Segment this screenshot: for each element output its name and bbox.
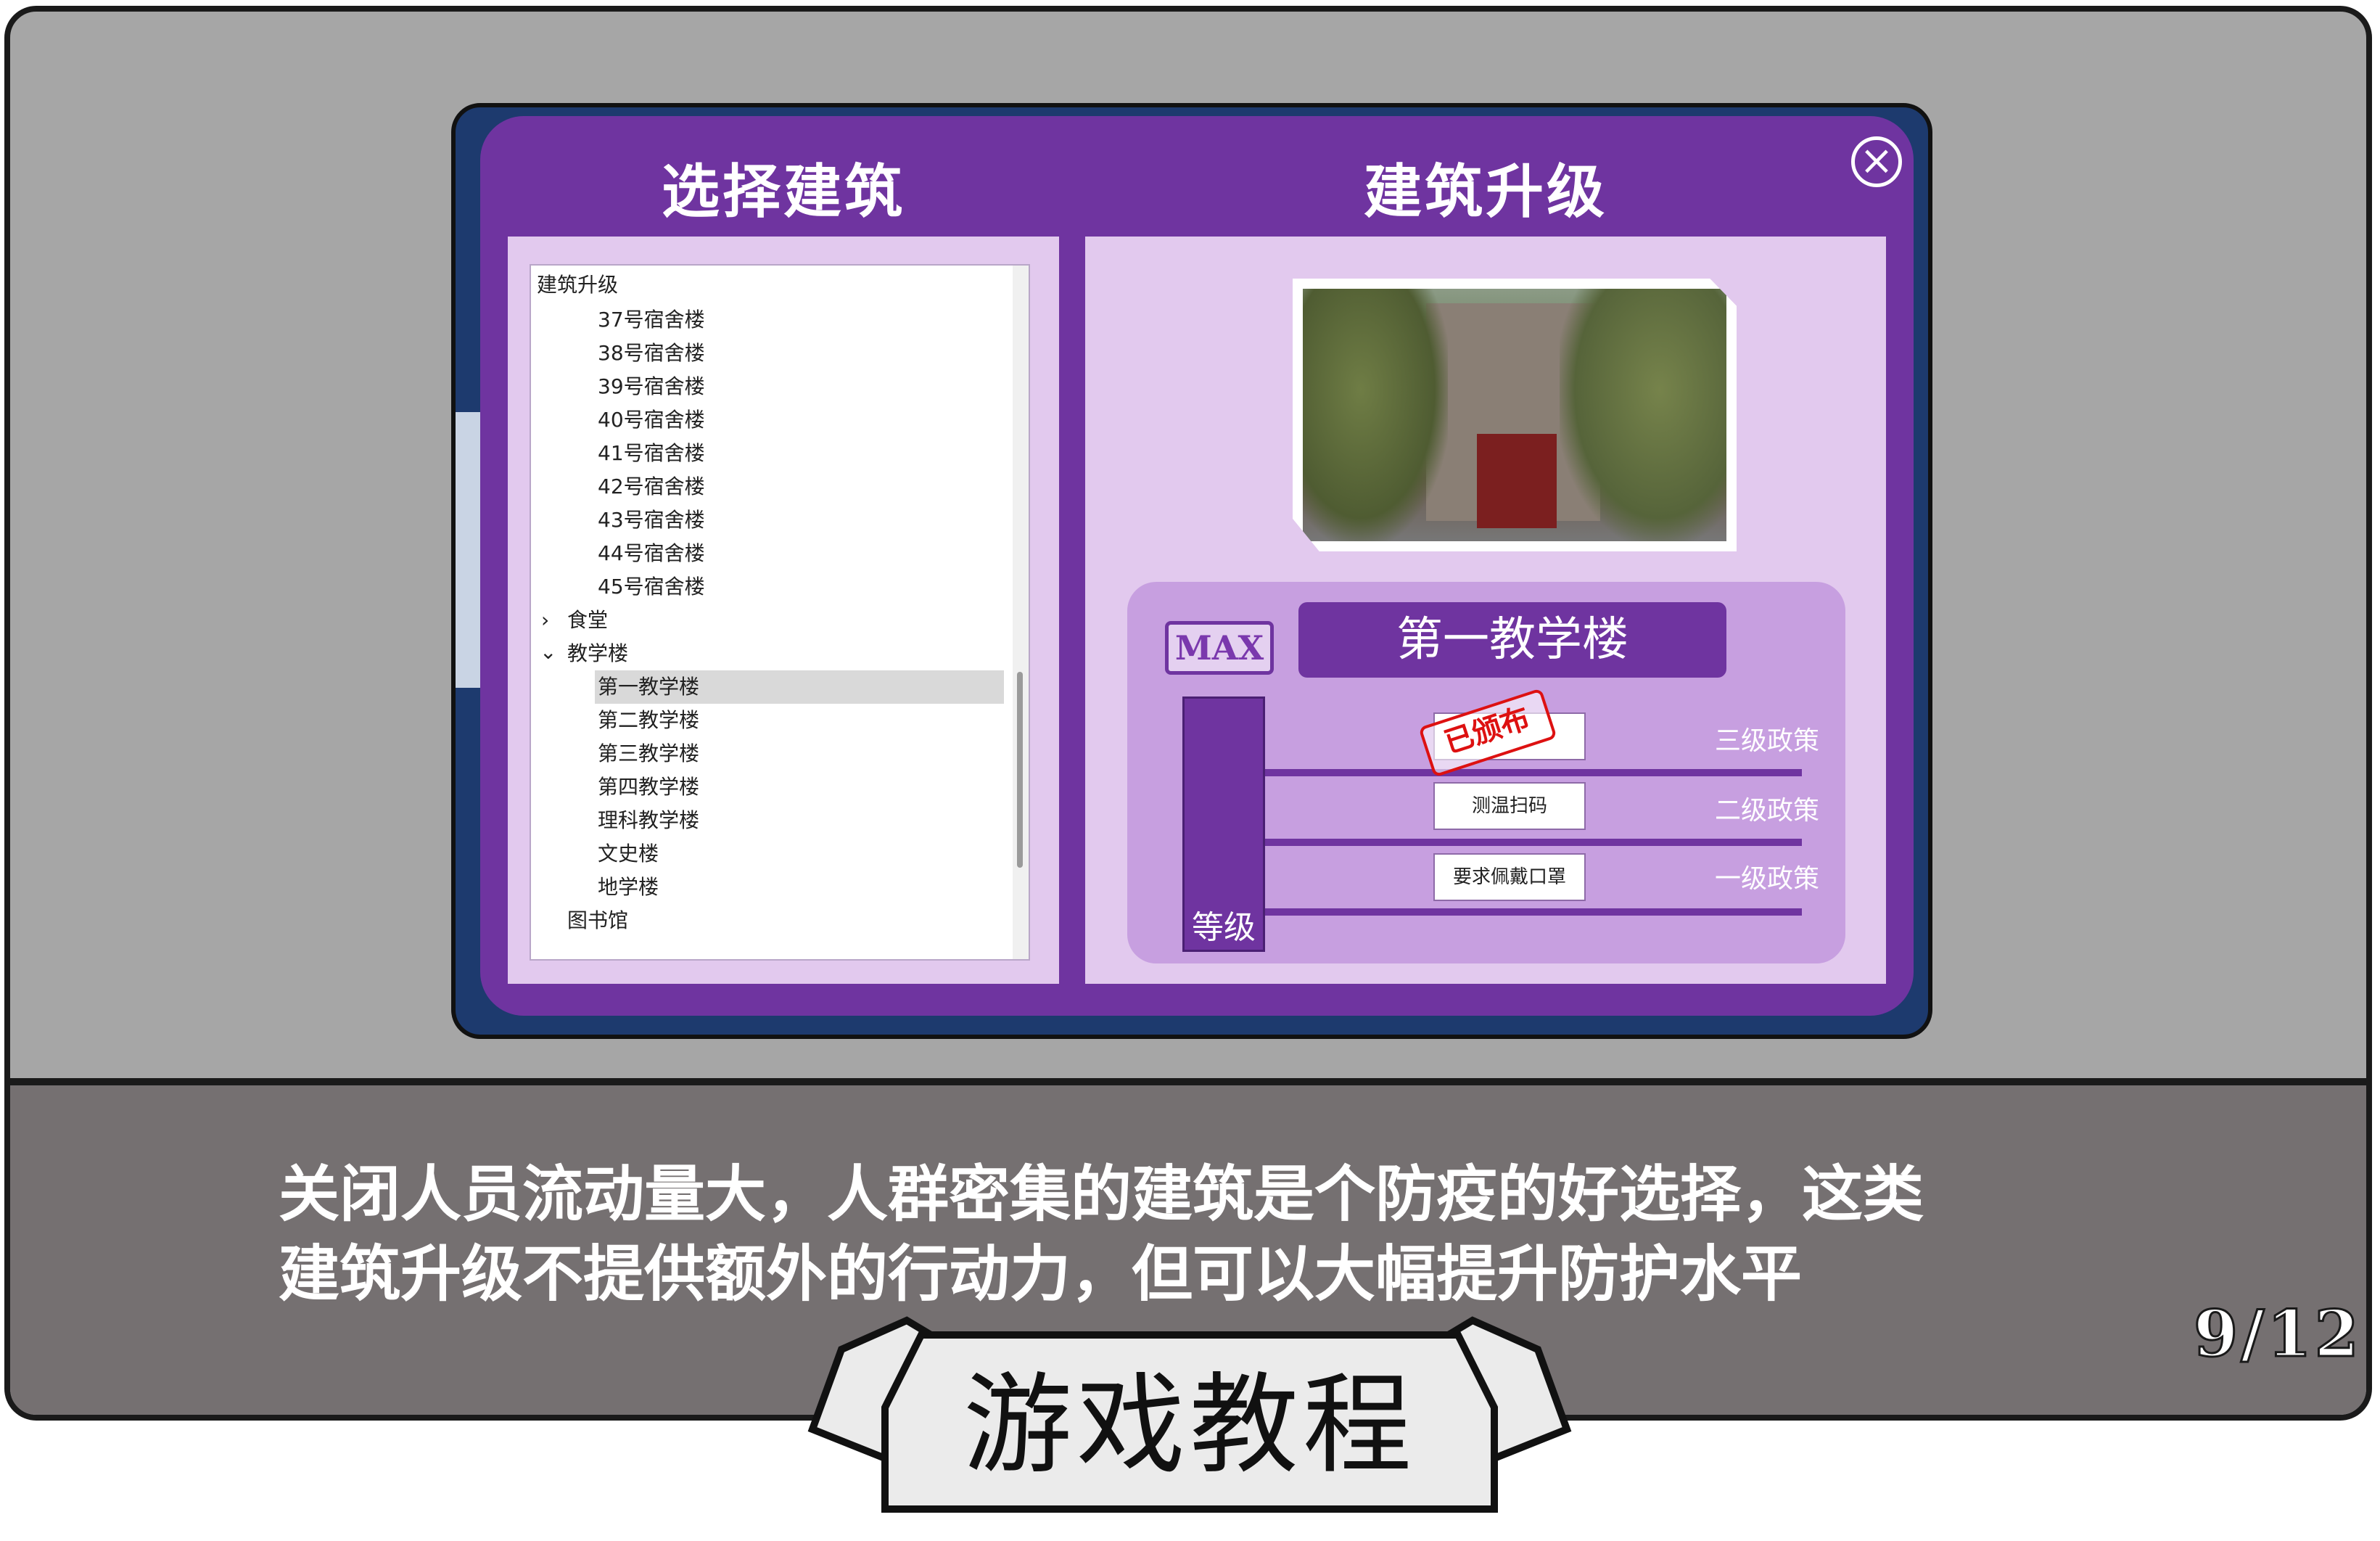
- building-list-panel: 建筑升级 37号宿舍楼 38号宿舍楼 39号宿舍楼 40号宿舍楼 41号宿舍楼 …: [508, 237, 1059, 984]
- level-label: 等级: [1192, 909, 1256, 946]
- policy-button-tier2[interactable]: 测温扫码: [1433, 782, 1586, 830]
- policy-level-box: MAX 第一教学楼 等级 已颁布 三级政策 测温扫码 二级政策 要求佩戴口罩 一…: [1127, 582, 1845, 963]
- tree-item-dorm-37[interactable]: 37号宿舍楼: [598, 303, 705, 337]
- tutorial-frame: 选择建筑 建筑升级 × 建筑升级 37号宿舍楼 38号宿舍楼 39号宿舍楼 40…: [4, 6, 2372, 1421]
- tree-item-dorm-38[interactable]: 38号宿舍楼: [598, 337, 705, 370]
- caption-line: 建筑升级不提供额外的行动力，但可以大幅提升防护水平: [279, 1238, 1803, 1310]
- building-upgrade-dialog: 选择建筑 建筑升级 × 建筑升级 37号宿舍楼 38号宿舍楼 39号宿舍楼 40…: [480, 116, 1914, 1016]
- tree-item-geoscience[interactable]: 地学楼: [598, 871, 659, 904]
- tree-item-dorm-43[interactable]: 43号宿舍楼: [598, 504, 705, 537]
- policy-button-tier1[interactable]: 要求佩戴口罩: [1433, 853, 1586, 901]
- tree-item-library[interactable]: 图书馆: [567, 904, 628, 937]
- tutorial-title: 游戏教程: [963, 1363, 1416, 1489]
- policy-tier-label: 二级政策: [1715, 796, 1820, 826]
- tree-item-science[interactable]: 理科教学楼: [598, 804, 699, 837]
- tree-root[interactable]: 建筑升级: [537, 268, 618, 302]
- level-divider: [1265, 908, 1802, 916]
- tree-item-teaching-4[interactable]: 第四教学楼: [598, 770, 699, 804]
- policy-button-tier3[interactable]: 已颁布: [1418, 688, 1586, 778]
- tree-item-dorm-42[interactable]: 42号宿舍楼: [598, 470, 705, 504]
- tree-item-teaching-3[interactable]: 第三教学楼: [598, 737, 699, 770]
- scrollbar-thumb[interactable]: [1017, 672, 1023, 868]
- caption-line: 关闭人员流动量大，人群密集的建筑是个防疫的好选择，这类: [279, 1159, 1924, 1230]
- select-building-title: 选择建筑: [662, 158, 905, 226]
- issued-stamp: 已颁布: [1418, 688, 1557, 778]
- caption-text: 关闭人员流动量大，人群密集的建筑是个防疫的好选择，这类 建筑升级不提供额外的行动…: [279, 1154, 2092, 1314]
- level-divider: [1265, 839, 1802, 846]
- tree-item-humanities[interactable]: 文史楼: [598, 837, 659, 871]
- page-indicator: 9/12: [2193, 1295, 2362, 1373]
- tree-item-dorm-41[interactable]: 41号宿舍楼: [598, 437, 705, 470]
- tree-item-dorm-44[interactable]: 44号宿舍楼: [598, 537, 705, 570]
- chevron-right-icon[interactable]: ›: [541, 604, 549, 637]
- upgrade-panel: MAX 第一教学楼 等级 已颁布 三级政策 测温扫码 二级政策 要求佩戴口罩 一…: [1085, 237, 1886, 984]
- level-divider: [1265, 769, 1802, 776]
- policy-tier-label: 三级政策: [1715, 726, 1820, 756]
- chevron-down-icon[interactable]: ⌄: [540, 636, 556, 669]
- building-upgrade-title: 建筑升级: [1364, 158, 1607, 226]
- tree-item-teaching[interactable]: 教学楼: [567, 637, 628, 670]
- close-icon[interactable]: ×: [1851, 136, 1902, 187]
- tree-item-teaching-1[interactable]: 第一教学楼: [595, 670, 1004, 704]
- tree-item-canteen[interactable]: 食堂: [567, 604, 608, 637]
- tree-item-teaching-2[interactable]: 第二教学楼: [598, 704, 699, 737]
- tutorial-title-plate: 游戏教程: [798, 1306, 1581, 1524]
- building-tree: 建筑升级 37号宿舍楼 38号宿舍楼 39号宿舍楼 40号宿舍楼 41号宿舍楼 …: [530, 264, 1030, 961]
- game-screenshot: 选择建筑 建筑升级 × 建筑升级 37号宿舍楼 38号宿舍楼 39号宿舍楼 40…: [451, 103, 1932, 1039]
- tree-item-dorm-39[interactable]: 39号宿舍楼: [598, 370, 705, 403]
- policy-tier-label: 一级政策: [1715, 864, 1820, 894]
- building-name: 第一教学楼: [1298, 602, 1726, 678]
- tree-item-dorm-40[interactable]: 40号宿舍楼: [598, 403, 705, 437]
- tree-item-dorm-45[interactable]: 45号宿舍楼: [598, 570, 705, 604]
- max-badge: MAX: [1165, 621, 1274, 675]
- tree-scrollbar[interactable]: [1013, 266, 1029, 959]
- building-photo: [1293, 279, 1737, 551]
